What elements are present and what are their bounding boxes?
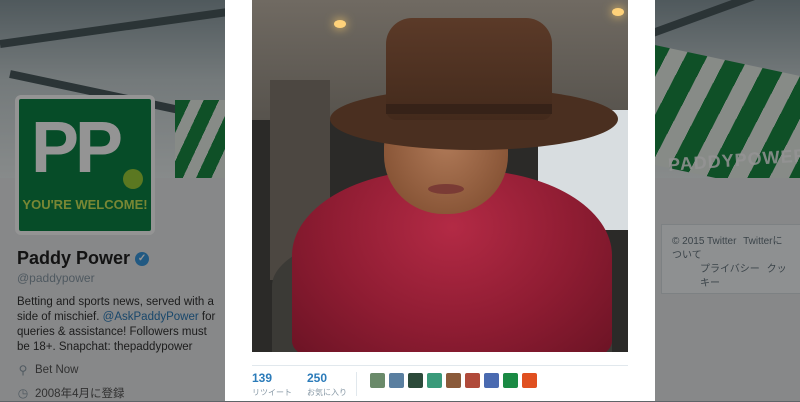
liker-avatar[interactable] [503,373,518,388]
stats-divider [356,372,357,396]
liker-avatar[interactable] [408,373,423,388]
tweet-stats: 139 リツイート 250 お気に入り [252,365,628,402]
liker-avatar[interactable] [465,373,480,388]
liker-avatar[interactable] [427,373,442,388]
media-viewer-modal: 139 リツイート 250 お気に入り [225,0,655,401]
tweet-photo[interactable] [252,0,628,352]
liker-avatar[interactable] [389,373,404,388]
retweets-count: 139 [252,371,273,385]
photo-hat-band [386,104,552,114]
liker-avatar[interactable] [484,373,499,388]
favorites-stat[interactable]: 250 お気に入り [307,371,347,398]
liker-avatar[interactable] [522,373,537,388]
retweets-stat[interactable]: 139 リツイート [252,371,292,398]
liker-avatars [370,373,537,388]
retweets-label: リツイート [252,388,292,397]
favorites-label: お気に入り [307,388,347,397]
liker-avatar[interactable] [370,373,385,388]
liker-avatar[interactable] [446,373,461,388]
favorites-count: 250 [307,371,328,385]
